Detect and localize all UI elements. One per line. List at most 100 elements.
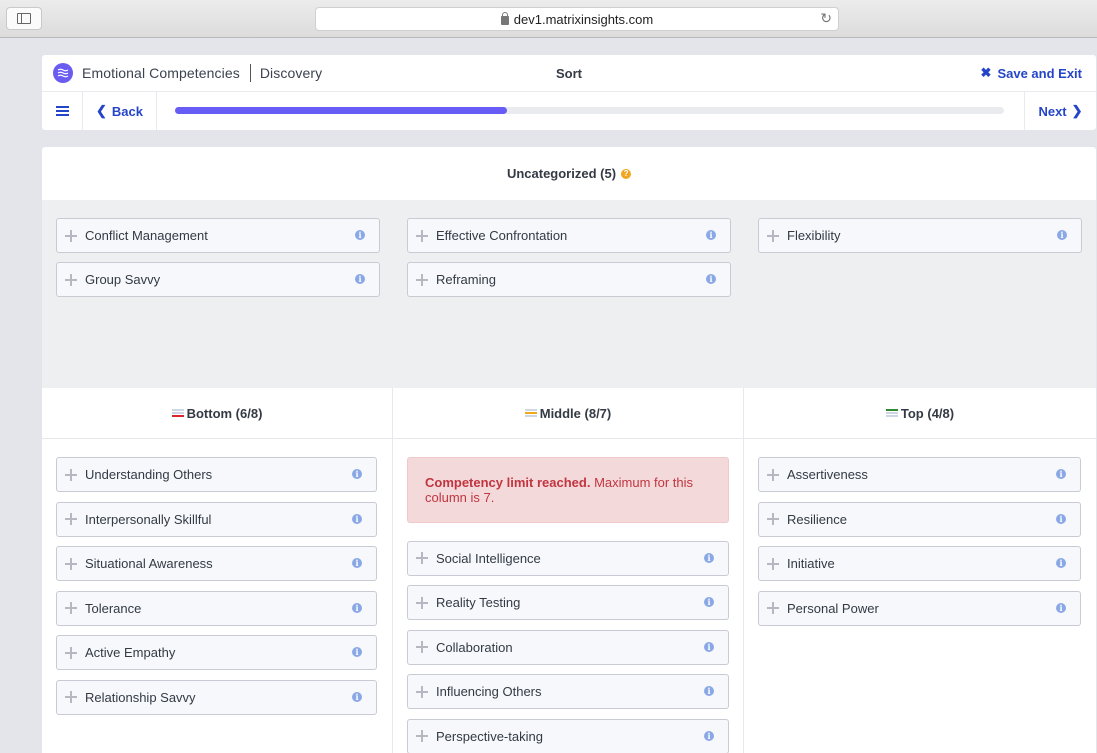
competency-card[interactable]: Collaboration i — [407, 629, 729, 665]
drag-handle-icon[interactable] — [64, 468, 78, 482]
drag-handle-icon[interactable] — [766, 468, 780, 482]
drag-handle-icon[interactable] — [64, 690, 78, 704]
drag-handle-icon[interactable] — [64, 512, 78, 526]
info-icon[interactable]: i — [704, 686, 714, 696]
info-icon[interactable]: i — [352, 469, 362, 479]
competency-card[interactable]: Personal Power i — [758, 590, 1081, 626]
sidebar-toggle-button[interactable] — [6, 7, 42, 30]
info-icon[interactable]: i — [704, 552, 714, 563]
column-top[interactable]: Top (4/8) Assertiveness i Resilience i Initi… — [744, 388, 1096, 753]
uncategorized-dropzone[interactable]: Conflict Management i Group Savvy i Effectiv… — [42, 200, 1096, 388]
competency-card[interactable]: Reality Testing i — [407, 585, 729, 620]
info-icon[interactable]: i — [352, 691, 362, 702]
info-icon[interactable]: i — [704, 730, 714, 741]
drag-handle-icon[interactable] — [64, 229, 78, 243]
competency-label: Relationship Savvy — [85, 689, 196, 705]
competency-card[interactable]: Relationship Savvy i — [56, 679, 377, 715]
drag-handle-icon[interactable] — [415, 685, 429, 699]
competency-card[interactable]: Resilience i — [758, 501, 1081, 537]
drag-handle-icon[interactable] — [415, 596, 429, 610]
competency-card[interactable]: Perspective-taking i — [407, 718, 729, 753]
competency-card[interactable]: Understanding Others i — [56, 457, 377, 492]
drag-handle-icon[interactable] — [415, 729, 429, 743]
drag-handle-icon[interactable] — [64, 646, 78, 660]
column-bottom-list[interactable]: Understanding Others i Interpersonally Ski… — [42, 439, 392, 715]
competency-card[interactable]: Conflict Management i — [56, 218, 380, 253]
competency-card[interactable]: Interpersonally Skillful i — [56, 501, 377, 537]
column-top-header: Top (4/8) — [744, 388, 1096, 439]
drag-handle-icon[interactable] — [766, 229, 780, 243]
info-icon[interactable]: i — [355, 274, 365, 284]
save-and-exit-button[interactable]: ✖ Save and Exit — [981, 65, 1082, 81]
drag-handle-icon[interactable] — [415, 273, 429, 287]
info-icon[interactable]: i — [1056, 469, 1066, 479]
drag-handle-icon[interactable] — [415, 551, 429, 565]
competency-card[interactable]: Group Savvy i — [56, 262, 380, 297]
competency-card[interactable]: Situational Awareness i — [56, 546, 377, 581]
drag-handle-icon[interactable] — [766, 512, 780, 526]
competency-card[interactable]: Influencing Others i — [407, 674, 729, 709]
help-icon[interactable]: ? — [621, 168, 632, 179]
competency-card[interactable]: Flexibility i — [758, 218, 1082, 253]
level-bottom-icon — [171, 408, 184, 418]
competency-card[interactable]: Assertiveness i — [758, 457, 1081, 492]
sidebar-toggle-icon — [17, 13, 31, 24]
competency-label: Active Empathy — [85, 645, 176, 660]
competency-label: Situational Awareness — [85, 556, 213, 571]
info-icon[interactable]: i — [1056, 602, 1066, 613]
info-icon[interactable]: i — [352, 602, 362, 613]
column-middle[interactable]: Middle (8/7) Competency limit reached. M… — [393, 388, 744, 753]
reload-icon[interactable]: ↻ — [820, 10, 832, 27]
drag-handle-icon[interactable] — [64, 557, 78, 571]
drag-handle-icon[interactable] — [415, 229, 429, 243]
header-top-row: Emotional Competencies Discovery Sort ✖ … — [42, 55, 1096, 92]
competency-card[interactable]: Effective Confrontation i — [407, 218, 731, 253]
competency-card[interactable]: Reframing i — [407, 262, 731, 297]
column-middle-list[interactable]: Competency limit reached. Maximum for th… — [393, 439, 743, 753]
browser-toolbar: dev1.matrixinsights.com ↻ — [0, 0, 1097, 38]
column-bottom[interactable]: Bottom (6/8) Understanding Others i Interp… — [42, 388, 393, 753]
header-nav-row: ❮ Back Next ❯ — [42, 92, 1096, 130]
back-label: Back — [111, 103, 143, 119]
column-middle-title: Middle (8/7) — [539, 405, 612, 421]
competency-label: Resilience — [787, 511, 847, 527]
back-button[interactable]: ❮ Back — [83, 92, 157, 130]
uncategorized-title: Uncategorized (5) — [506, 166, 617, 181]
info-icon[interactable]: i — [704, 641, 714, 652]
info-icon[interactable]: i — [1057, 230, 1067, 240]
uncategorized-column: Effective Confrontation i Reframing i — [407, 218, 731, 297]
menu-button[interactable] — [42, 92, 83, 130]
competency-card[interactable]: Tolerance i — [56, 590, 377, 626]
competency-label: Influencing Others — [436, 684, 542, 699]
drag-handle-icon[interactable] — [64, 601, 78, 615]
competency-label: Conflict Management — [85, 228, 208, 243]
header-card: Emotional Competencies Discovery Sort ✖ … — [42, 55, 1096, 130]
info-icon[interactable]: i — [706, 274, 716, 284]
info-icon[interactable]: i — [352, 558, 362, 568]
drag-handle-icon[interactable] — [766, 601, 780, 615]
address-bar[interactable]: dev1.matrixinsights.com ↻ — [315, 7, 839, 31]
drag-handle-icon[interactable] — [415, 640, 429, 654]
logo-icon — [53, 63, 73, 83]
competency-label: Reframing — [436, 272, 496, 287]
competency-card[interactable]: Initiative i — [758, 546, 1081, 581]
drag-handle-icon[interactable] — [64, 273, 78, 287]
info-icon[interactable]: i — [704, 597, 714, 607]
info-icon[interactable]: i — [1056, 513, 1066, 524]
column-top-title: Top (4/8) — [900, 405, 955, 421]
info-icon[interactable]: i — [1056, 558, 1066, 568]
next-button[interactable]: Next ❯ — [1024, 92, 1096, 130]
drag-handle-icon[interactable] — [766, 557, 780, 571]
info-icon[interactable]: i — [352, 647, 362, 657]
uncategorized-column: Conflict Management i Group Savvy i — [56, 218, 380, 297]
competency-card[interactable]: Active Empathy i — [56, 635, 377, 670]
limit-alert-strong: Competency limit reached. — [425, 475, 591, 490]
column-top-list[interactable]: Assertiveness i Resilience i Initiative i Pers… — [744, 439, 1096, 626]
column-middle-header: Middle (8/7) — [393, 388, 743, 439]
info-icon[interactable]: i — [352, 513, 362, 524]
competency-label: Collaboration — [436, 639, 513, 655]
competency-card[interactable]: Social Intelligence i — [407, 540, 729, 576]
level-middle-icon — [524, 408, 537, 418]
info-icon[interactable]: i — [355, 230, 365, 240]
info-icon[interactable]: i — [706, 230, 716, 240]
